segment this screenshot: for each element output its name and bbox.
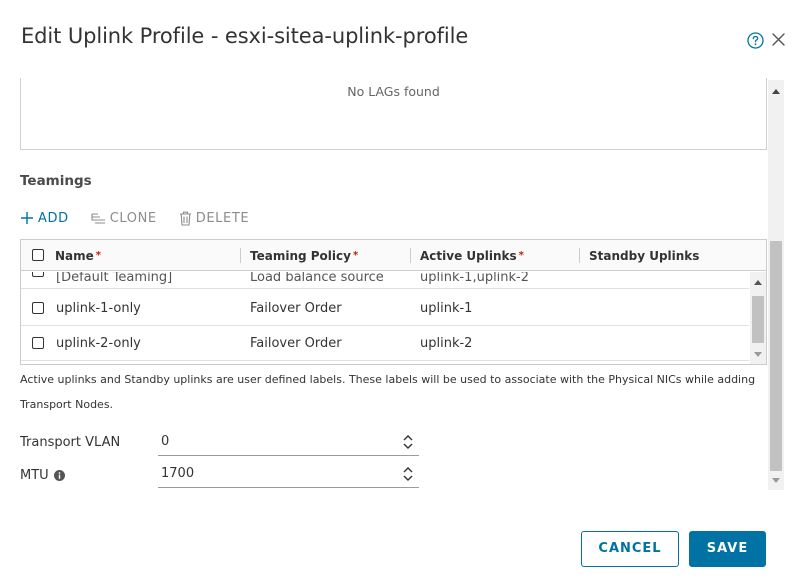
- lag-grid: No LAGs found: [20, 78, 767, 150]
- dialog-body: No LAGs found Teamings ADD CLONE DELETE …: [0, 78, 785, 498]
- clone-label: CLONE: [109, 210, 157, 226]
- transport-vlan-label: Transport VLAN: [20, 435, 121, 450]
- teaming-name: uplink-2-only: [56, 336, 141, 351]
- dialog-scrollbar[interactable]: [768, 80, 784, 490]
- teamings-grid-body: [Default Teaming] Load balance source up…: [21, 272, 749, 364]
- column-divider[interactable]: [579, 248, 580, 263]
- scroll-up-arrow-icon[interactable]: [772, 88, 780, 94]
- plus-icon: [21, 212, 33, 224]
- clone-icon: [91, 212, 105, 224]
- column-header-teaming-policy[interactable]: Teaming Policy *: [250, 240, 358, 271]
- table-row[interactable]: [Default Teaming] Load balance source up…: [21, 272, 749, 289]
- dialog-title: Edit Uplink Profile - esxi-sitea-uplink-…: [21, 24, 469, 48]
- grid-scrollbar[interactable]: [750, 272, 766, 364]
- scroll-up-arrow-icon[interactable]: [754, 279, 762, 285]
- row-checkbox[interactable]: [32, 337, 44, 349]
- help-icon[interactable]: [747, 32, 764, 49]
- row-checkbox[interactable]: [32, 272, 44, 277]
- teamings-grid-header: Name * Teaming Policy * Active Uplinks * St…: [21, 240, 766, 271]
- add-teaming-button[interactable]: ADD: [20, 211, 69, 226]
- column-header-name[interactable]: Name *: [55, 240, 101, 271]
- teamings-section-title: Teamings: [20, 173, 92, 189]
- delete-teaming-button[interactable]: DELETE: [179, 211, 249, 226]
- delete-label: DELETE: [195, 210, 250, 226]
- teaming-name: uplink-1-only: [56, 301, 141, 316]
- mtu-value: 1700: [161, 466, 195, 481]
- teamings-grid: Name * Teaming Policy * Active Uplinks * St…: [20, 239, 767, 365]
- select-all-checkbox[interactable]: [32, 249, 44, 261]
- save-button[interactable]: SAVE: [689, 531, 766, 567]
- lag-empty-message: No LAGs found: [347, 84, 440, 99]
- active-uplinks: uplink-1: [420, 301, 473, 316]
- scroll-down-arrow-icon[interactable]: [772, 478, 780, 484]
- trash-icon: [179, 211, 191, 226]
- active-uplinks: uplink-2: [420, 336, 473, 351]
- scroll-down-arrow-icon[interactable]: [754, 352, 762, 358]
- table-row[interactable]: uplink-1-only Failover Order uplink-1: [21, 291, 749, 326]
- teamings-toolbar: ADD CLONE DELETE: [20, 209, 271, 227]
- spinner-arrows-icon[interactable]: [403, 466, 413, 482]
- column-divider[interactable]: [410, 248, 411, 263]
- row-checkbox[interactable]: [32, 302, 44, 314]
- grid-scrollbar-thumb[interactable]: [752, 296, 764, 343]
- dialog-scrollbar-thumb[interactable]: [770, 241, 782, 471]
- info-icon[interactable]: [53, 470, 65, 481]
- table-row[interactable]: uplink-2-only Failover Order uplink-2: [21, 326, 749, 361]
- clone-teaming-button[interactable]: CLONE: [91, 211, 157, 226]
- mtu-label: MTU: [20, 468, 65, 483]
- teaming-policy: Failover Order: [250, 336, 342, 351]
- column-header-active-uplinks[interactable]: Active Uplinks *: [420, 240, 524, 271]
- close-icon[interactable]: [771, 32, 786, 47]
- teaming-policy: Failover Order: [250, 301, 342, 316]
- column-divider[interactable]: [240, 248, 241, 263]
- uplinks-help-note: Active uplinks and Standby uplinks are u…: [20, 373, 756, 411]
- column-header-standby-uplinks[interactable]: Standby Uplinks: [589, 240, 701, 271]
- spinner-arrows-icon[interactable]: [403, 434, 413, 450]
- add-label: ADD: [38, 210, 69, 226]
- cancel-button[interactable]: CANCEL: [581, 531, 679, 567]
- transport-vlan-value: 0: [161, 434, 170, 449]
- transport-vlan-input[interactable]: 0: [158, 429, 419, 456]
- mtu-input[interactable]: 1700: [158, 461, 419, 488]
